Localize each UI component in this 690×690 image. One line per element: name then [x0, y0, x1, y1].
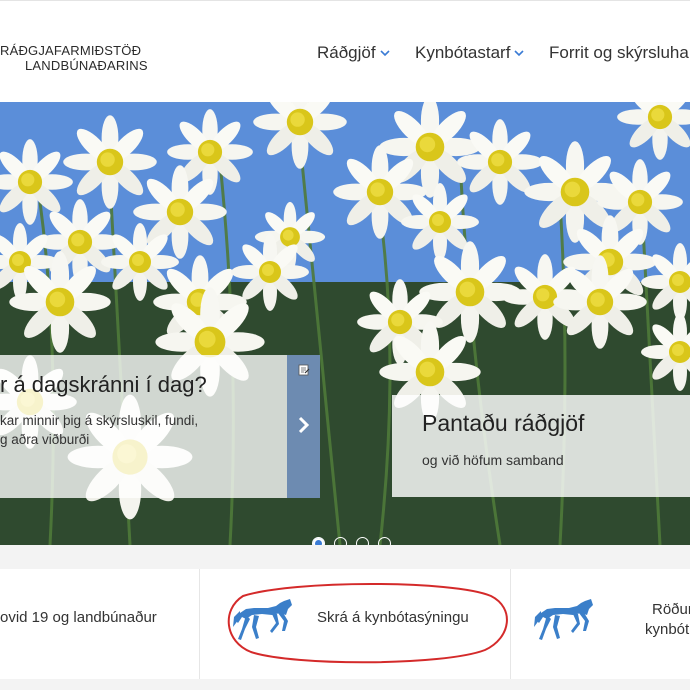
chevron-down-icon [514, 42, 525, 62]
horse-icon [533, 597, 597, 648]
slider-dot-2[interactable] [334, 537, 347, 545]
slide-description: og við höfum samband [422, 452, 564, 468]
slide-panel-agenda[interactable]: r á dagskránni í dag? kar minnir þig á s… [0, 355, 287, 498]
slider-dot-1[interactable] [312, 537, 325, 545]
site-logo[interactable]: RÁÐGJAFARMIÐSTÖÐ LANDBÚNAÐARINS [0, 43, 170, 73]
slider-dot-4[interactable] [378, 537, 391, 545]
hero-slider: r á dagskránni í dag? kar minnir þig á s… [0, 102, 690, 545]
logo-line-1: RÁÐGJAFARMIÐSTÖÐ [0, 43, 142, 58]
chevron-down-icon [380, 42, 390, 62]
nav-item-forrit[interactable]: Forrit og skýrsluhald [549, 43, 690, 63]
slide-next-button[interactable] [287, 355, 320, 498]
chevron-right-icon [297, 415, 310, 440]
slide-panel-consultation[interactable]: Pantaðu ráðgjöf og við höfum samband [392, 395, 690, 497]
tile-label: ovid 19 og landbúnaður [0, 609, 157, 626]
tile-breeding-order[interactable]: Röðun kynbót [511, 569, 690, 679]
nav-item-label: Ráðgjöf [317, 43, 376, 62]
logo-line-2: LANDBÚNAÐARINS [25, 58, 148, 73]
nav-item-kynbotastarf[interactable]: Kynbótastarf [415, 42, 525, 63]
site-header: RÁÐGJAFARMIÐSTÖÐ LANDBÚNAÐARINS Ráðgjöf … [0, 0, 690, 103]
slide-description: kar minnir þig á skýrsluskil, fundi, g a… [0, 411, 240, 449]
slide-title: Pantaðu ráðgjöf [422, 410, 585, 436]
slide-title: r á dagskránni í dag? [0, 372, 207, 397]
tile-label-line-2: kynbót [645, 621, 690, 638]
annotation-oval [227, 583, 508, 664]
nav-item-radgjof[interactable]: Ráðgjöf [317, 43, 390, 63]
slide-desc-line-2: g aðra viðburði [0, 432, 90, 447]
note-icon [298, 363, 310, 381]
nav-item-label: Forrit og skýrsluhald [549, 43, 690, 62]
tile-label-line-1: Röðun [652, 601, 690, 618]
slide-desc-line-1: kar minnir þig á skýrsluskil, fundi, [0, 413, 199, 428]
tile-covid[interactable]: ovid 19 og landbúnaður [0, 569, 200, 679]
slider-dot-3[interactable] [356, 537, 369, 545]
nav-item-label: Kynbótastarf [415, 43, 511, 62]
